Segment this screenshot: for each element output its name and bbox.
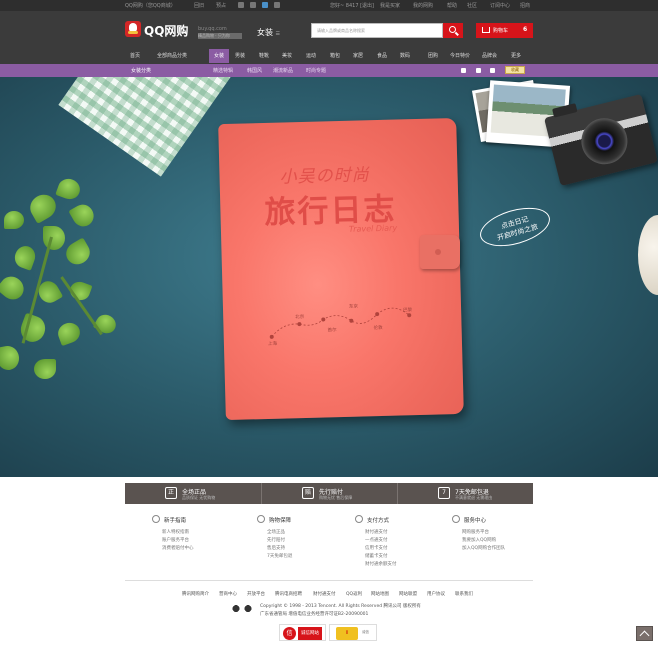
tablet-icon[interactable]	[250, 2, 256, 8]
channel-title: 女装 ☰	[257, 28, 281, 37]
penguin-icon	[125, 21, 141, 37]
payment-icon	[355, 515, 363, 523]
credit-logo-icon: i	[336, 627, 358, 640]
star-icon[interactable]	[461, 68, 466, 73]
top-utility-bar: QQ网购（您QQ商城） 回旧 预占 您好~ 8417 [退出] 我是买家 我的网…	[0, 0, 658, 11]
footer-link[interactable]: 腾讯电商招聘	[275, 591, 302, 597]
nav-mens[interactable]: 男装	[235, 49, 245, 63]
topbar-my-orders[interactable]: 我的网购	[413, 2, 433, 9]
seven-day-icon: 7	[438, 487, 450, 499]
mascot-logo	[231, 604, 255, 617]
trust-seal-icon: 信	[283, 627, 296, 640]
nav-digital[interactable]: 数码	[400, 49, 410, 63]
route-map-doodle	[269, 307, 412, 339]
mobile-icon[interactable]	[238, 2, 244, 8]
banner-title-small: 小吴の时尚	[279, 165, 370, 188]
nav-food[interactable]: 食品	[377, 49, 387, 63]
footer-link[interactable]: 联系我们	[455, 591, 473, 597]
back-to-top-button[interactable]	[636, 626, 653, 641]
guide-icon	[152, 515, 160, 523]
nav-sports[interactable]: 运动	[306, 49, 316, 63]
route-city-4: 东京	[348, 304, 359, 310]
feature-compensation[interactable]: 赔 先行赔付 购物无忧 售后保障	[261, 483, 397, 504]
cart-icon	[482, 27, 490, 33]
topbar-help[interactable]: 帮助	[447, 2, 457, 9]
compensation-icon: 赔	[302, 487, 314, 499]
nav-beauty[interactable]: 美妆	[282, 49, 292, 63]
footer-link[interactable]: 开放平台	[247, 591, 265, 597]
service-guarantee-bar: 正 全场正品 品质保证 无忧购物 赔 先行赔付 购物无忧 售后保障 7 7天免邮…	[125, 483, 533, 504]
feature-authentic[interactable]: 正 全场正品 品质保证 无忧购物	[125, 483, 261, 504]
footer-divider	[125, 580, 533, 581]
logo-text: QQ网购	[144, 24, 189, 38]
topbar-buyer[interactable]: 我是买家	[380, 2, 400, 9]
main-nav: 首页 全部商品分类 女装 男装 鞋靴 美妆 运动 箱包 家居 食品 数码 团购 …	[125, 49, 533, 63]
subbar-category-menu[interactable]: 女装分类	[131, 67, 151, 74]
qzone-icon[interactable]	[274, 2, 280, 8]
topbar-link-old[interactable]: 回旧	[194, 2, 204, 9]
search-input[interactable]: 请输入品牌或商品名称搜索	[311, 23, 443, 38]
route-city-1: 上海	[267, 341, 278, 347]
cart-label: 购物车	[493, 28, 509, 34]
topbar-user[interactable]: QQ网购（您QQ商城）	[125, 2, 176, 9]
service-icon	[452, 515, 460, 523]
nav-groupbuy[interactable]: 团购	[428, 49, 438, 63]
share-icon[interactable]	[476, 68, 481, 73]
topbar-greeting[interactable]: 您好~ 8417 [退出]	[330, 2, 374, 9]
travel-diary-book[interactable]: 小吴の时尚 旅行日志 Travel Diary 上海 北京 首尔 东京 伦敦 巴…	[218, 117, 464, 421]
cart-button[interactable]: 购物车 6	[476, 23, 533, 38]
open-diary-callout[interactable]: 点击日记 开启时尚之旅	[475, 200, 555, 254]
nav-daily-deals[interactable]: 今日特价	[450, 49, 470, 63]
footer-link[interactable]: 财付通支付	[313, 591, 336, 597]
nav-womens[interactable]: 女装	[209, 49, 229, 63]
weibo-icon[interactable]	[262, 2, 268, 8]
route-city-3: 首尔	[327, 328, 337, 334]
route-city-2: 北京	[295, 314, 305, 321]
nav-all-categories[interactable]: 全部商品分类	[157, 49, 187, 63]
feature-7day-return[interactable]: 7 7天免邮包退 不满意就退 无需理由	[397, 483, 533, 504]
route-city-5: 伦敦	[373, 325, 383, 332]
authentic-icon: 正	[165, 487, 177, 499]
nav-home[interactable]: 首页	[130, 49, 140, 63]
subbar-link-korean[interactable]: 韩国风	[247, 67, 262, 74]
footer-link[interactable]: QQ返利	[346, 591, 362, 597]
footer-link[interactable]: 用户协议	[427, 591, 445, 597]
trusted-site-badge[interactable]: 信 诚信网站	[279, 624, 326, 641]
copyright-text: Copyright © 1998 - 2013 Tencent. All Rig…	[260, 604, 421, 609]
subbar-link-featured[interactable]: 精选特辑	[213, 67, 233, 74]
nav-home-goods[interactable]: 家居	[353, 49, 363, 63]
hero-banner[interactable]: 小吴の时尚 旅行日志 Travel Diary 上海 北京 首尔 东京 伦敦 巴…	[0, 77, 658, 477]
nav-shoes[interactable]: 鞋靴	[259, 49, 269, 63]
subbar-link-topics[interactable]: 时尚专题	[306, 67, 326, 74]
topbar-community[interactable]: 社区	[467, 2, 477, 9]
favorite-button[interactable]: 收藏	[505, 66, 525, 74]
topbar-link-preview[interactable]: 预占	[216, 2, 226, 9]
cup-image	[638, 215, 658, 295]
banner-subtitle: Travel Diary	[348, 223, 398, 234]
cart-count: 6	[523, 26, 528, 33]
category-subbar: 女装分类 精选特辑 韩国风 潮流新品 时尚专题 收藏	[0, 64, 658, 77]
search-button[interactable]	[443, 23, 463, 38]
book-clasp	[420, 235, 460, 269]
footer-link[interactable]: 网站地图	[371, 591, 389, 597]
license-text: 广东省通管局 增值电信业务经营许可证B2-20090001	[260, 612, 369, 617]
subbar-link-new[interactable]: 潮流新品	[273, 67, 293, 74]
mail-icon[interactable]	[490, 68, 495, 73]
nav-bags[interactable]: 箱包	[330, 49, 340, 63]
topbar-merchant[interactable]: 招商	[520, 2, 530, 9]
site-domain: buy.qq.com	[198, 26, 227, 32]
camera-image	[544, 93, 658, 187]
footer-link[interactable]: 腾讯网购简介	[182, 591, 209, 597]
nav-brands[interactable]: 品牌会	[482, 49, 497, 63]
route-city-6: 巴黎	[403, 308, 413, 314]
topbar-subscribe[interactable]: 订阅中心	[490, 2, 510, 9]
shield-icon	[257, 515, 265, 523]
credit-badge[interactable]: i 诚信	[329, 624, 377, 641]
footer-link[interactable]: 营商中心	[219, 591, 237, 597]
site-slogan: 精品购物 · 只为你	[198, 33, 242, 39]
nav-more[interactable]: 更多	[511, 49, 521, 63]
footer-link[interactable]: 网站联盟	[399, 591, 417, 597]
